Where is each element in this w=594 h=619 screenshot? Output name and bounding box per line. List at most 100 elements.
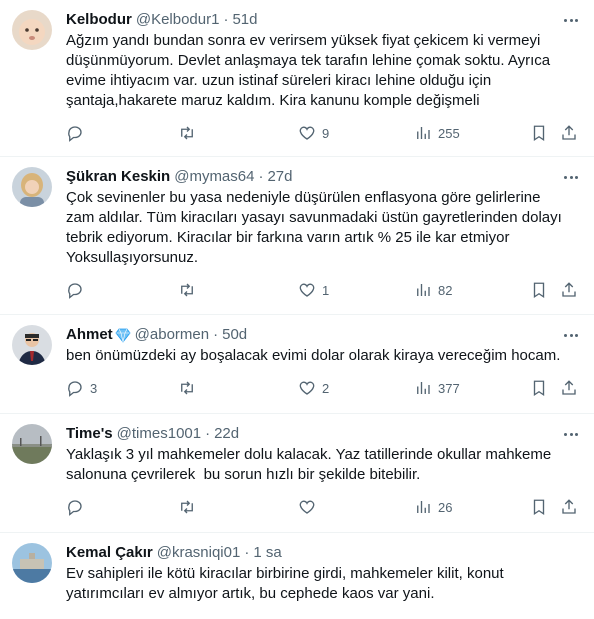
reply-icon: [68, 283, 82, 299]
author-handle[interactable]: @times1001: [117, 424, 201, 444]
author-handle[interactable]: @Kelbodur1: [136, 10, 220, 30]
tweet-text: Çok sevinenler bu yasa nedeniyle düşürül…: [66, 189, 562, 266]
tweet-header: Ahmet @abormen · 50d: [66, 325, 578, 345]
share-button[interactable]: [560, 498, 578, 516]
heart-icon: [299, 126, 315, 140]
views-button[interactable]: 82: [414, 281, 452, 299]
share-button[interactable]: [560, 124, 578, 142]
author-name[interactable]: Ahmet: [66, 325, 113, 345]
tweet-text: Ağzım yandı bundan sonra ev verirsem yük…: [66, 32, 551, 109]
tweet-header: Kemal Çakır @krasniqi01 · 1 sa: [66, 543, 578, 563]
share-button[interactable]: [560, 379, 578, 397]
tweet[interactable]: Kemal Çakır @krasniqi01 · 1 sa Ev sahipl…: [0, 533, 594, 619]
timestamp[interactable]: 1 sa: [253, 543, 281, 563]
views-button[interactable]: 26: [414, 498, 452, 516]
reply-button[interactable]: 3: [66, 379, 97, 397]
tweet-actions: 1 82: [66, 280, 578, 300]
tweet-header: Şükran Keskin @mymas64 · 27d: [66, 167, 578, 187]
more-options-icon[interactable]: [564, 12, 578, 28]
tweet[interactable]: Kelbodur @Kelbodur1 · 51d Ağzım yandı bu…: [0, 0, 594, 157]
reply-icon: [68, 126, 82, 142]
retweet-icon: [181, 126, 193, 140]
timestamp[interactable]: 50d: [222, 325, 247, 345]
share-button[interactable]: [560, 281, 578, 299]
bookmark-button[interactable]: [530, 379, 548, 397]
retweet-button[interactable]: [178, 281, 202, 299]
avatar[interactable]: [12, 10, 52, 50]
more-options-icon[interactable]: [564, 169, 578, 185]
retweet-icon: [181, 500, 193, 514]
separator: ·: [244, 544, 250, 561]
bookmark-button[interactable]: [530, 281, 548, 299]
author-handle[interactable]: @mymas64: [174, 167, 254, 187]
views-icon: [417, 382, 430, 394]
view-count: 255: [438, 125, 460, 141]
more-options-icon[interactable]: [564, 327, 578, 343]
retweet-button[interactable]: [178, 498, 202, 516]
share-icon: [562, 380, 576, 395]
author-name[interactable]: Kemal Çakır: [66, 543, 153, 563]
reply-button[interactable]: [66, 498, 90, 516]
reply-count: 3: [90, 380, 98, 396]
reply-button[interactable]: [66, 281, 90, 299]
heart-icon: [299, 500, 315, 514]
retweet-button[interactable]: [178, 124, 202, 142]
avatar[interactable]: [12, 167, 52, 207]
bookmark-button[interactable]: [530, 498, 548, 516]
views-button[interactable]: 255: [414, 124, 460, 142]
reply-button[interactable]: [66, 124, 90, 142]
avatar[interactable]: [12, 424, 52, 464]
tweet-text: Yaklaşık 3 yıl mahkemeler dolu kalacak. …: [66, 446, 552, 483]
retweet-button[interactable]: [178, 379, 202, 397]
heart-icon: [299, 381, 315, 395]
like-count: 2: [322, 380, 330, 396]
author-handle[interactable]: @krasniqi01: [157, 543, 241, 563]
separator: ·: [205, 425, 211, 442]
tweet-actions: 9 255: [66, 123, 578, 143]
tweet-text: Ev sahipleri ile kötü kiracılar birbirin…: [66, 565, 504, 602]
author-name[interactable]: Kelbodur: [66, 10, 132, 30]
retweet-icon: [181, 283, 193, 297]
reply-icon: [68, 381, 82, 397]
share-icon: [562, 499, 576, 514]
view-count: 26: [438, 499, 453, 515]
share-icon: [562, 125, 576, 140]
like-count: 9: [322, 125, 330, 141]
reply-icon: [68, 500, 82, 516]
avatar[interactable]: [12, 325, 52, 365]
author-handle[interactable]: @abormen: [135, 325, 209, 345]
avatar[interactable]: [12, 543, 52, 583]
diamond-icon: [115, 328, 131, 343]
timeline: Kelbodur @Kelbodur1 · 51d Ağzım yandı bu…: [0, 0, 594, 619]
tweet-actions: 26: [66, 497, 578, 517]
bookmark-button[interactable]: [530, 124, 548, 142]
view-count: 377: [438, 380, 460, 396]
like-button[interactable]: [298, 498, 322, 516]
separator: ·: [213, 326, 219, 343]
share-icon: [562, 282, 576, 297]
views-button[interactable]: 377: [414, 379, 460, 397]
like-button[interactable]: 9: [298, 124, 329, 142]
timestamp[interactable]: 22d: [214, 424, 239, 444]
separator: ·: [223, 11, 229, 28]
like-button[interactable]: 2: [298, 379, 329, 397]
tweet[interactable]: Şükran Keskin @mymas64 · 27d Çok sevinen…: [0, 157, 594, 315]
tweet[interactable]: Time's @times1001 · 22d Yaklaşık 3 yıl m…: [0, 414, 594, 533]
like-count: 1: [322, 282, 330, 298]
tweet-actions: 3 2 377: [66, 378, 578, 398]
tweet-header: Time's @times1001 · 22d: [66, 424, 578, 444]
timestamp[interactable]: 27d: [267, 167, 292, 187]
bookmark-icon: [533, 125, 545, 142]
timestamp[interactable]: 51d: [232, 10, 257, 30]
heart-icon: [299, 283, 315, 297]
views-icon: [417, 127, 430, 139]
like-button[interactable]: 1: [298, 281, 329, 299]
more-options-icon[interactable]: [564, 426, 578, 442]
views-icon: [417, 501, 430, 513]
tweet[interactable]: Ahmet @abormen · 50d ben önümüzdeki ay b…: [0, 315, 594, 414]
views-icon: [417, 284, 430, 296]
tweet-header: Kelbodur @Kelbodur1 · 51d: [66, 10, 578, 30]
view-count: 82: [438, 282, 453, 298]
author-name[interactable]: Time's: [66, 424, 113, 444]
author-name[interactable]: Şükran Keskin: [66, 167, 170, 187]
